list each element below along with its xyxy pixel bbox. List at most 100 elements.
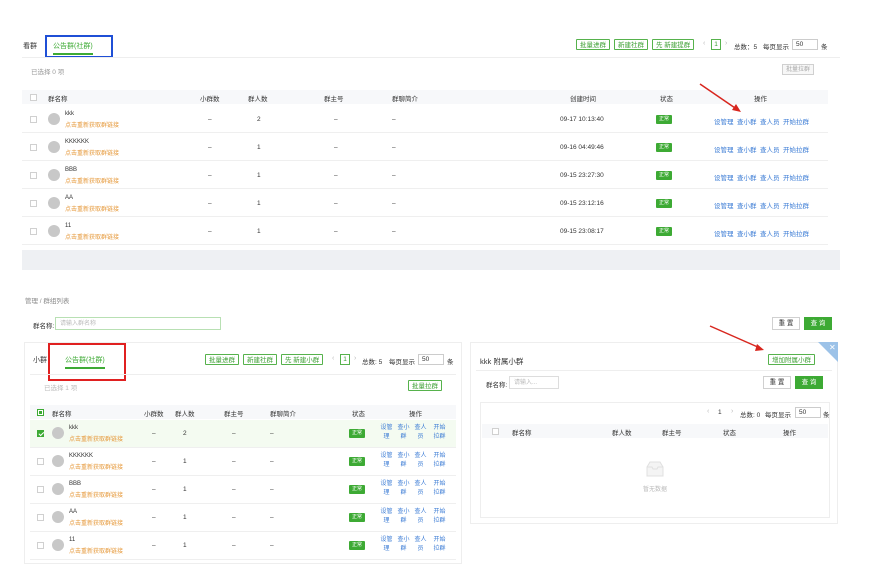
empty-text: 暂无数据 <box>643 487 668 493</box>
bottom-pager-size-select[interactable]: 50 <box>418 354 444 365</box>
row-checkbox[interactable] <box>30 116 37 123</box>
refresh-link[interactable]: 点击重新获取群链接 <box>69 546 123 555</box>
refresh-link[interactable]: 点击重新获取群链接 <box>69 434 123 443</box>
add-sub-group-button[interactable]: 增加附属小群 <box>768 354 815 365</box>
action-link[interactable]: 开始拉群 <box>433 480 446 498</box>
bottom-batch-add-button[interactable]: 批量进群 <box>205 354 239 365</box>
action-link[interactable]: 查小群 <box>737 144 757 154</box>
action-link[interactable]: 查人员 <box>414 480 427 498</box>
reset-button[interactable]: 重 置 <box>772 317 800 330</box>
action-link[interactable]: 查人员 <box>414 452 427 470</box>
action-link[interactable]: 设管理 <box>380 452 393 470</box>
bottom-create-sub-button[interactable]: 先 新建小群 <box>281 354 324 365</box>
action-link[interactable]: 查人员 <box>760 228 780 238</box>
action-link[interactable]: 开始拉群 <box>783 144 809 154</box>
top-batch-add-button[interactable]: 批量进群 <box>576 39 610 50</box>
side-pager-next[interactable]: › <box>731 408 733 415</box>
action-link[interactable]: 开始拉群 <box>783 172 809 182</box>
top-select-all-checkbox[interactable] <box>30 94 37 101</box>
owner: – <box>334 172 338 179</box>
action-link[interactable]: 开始拉群 <box>783 228 809 238</box>
action-link[interactable]: 查人员 <box>760 172 780 182</box>
top-pager-next[interactable]: › <box>725 40 727 47</box>
refresh-link[interactable]: 点击重新获取群链接 <box>69 490 123 499</box>
side-search-input[interactable]: 请输入... <box>509 376 559 389</box>
action-link[interactable]: 设管理 <box>714 116 734 126</box>
refresh-link[interactable]: 点击重新获取群链接 <box>65 232 119 241</box>
action-link[interactable]: 查小群 <box>397 424 410 442</box>
action-link[interactable]: 查小群 <box>737 200 757 210</box>
refresh-link[interactable]: 点击重新获取群链接 <box>69 518 123 527</box>
action-link[interactable]: 查小群 <box>397 452 410 470</box>
action-link[interactable]: 开始拉群 <box>783 116 809 126</box>
side-select-all-checkbox[interactable] <box>492 428 499 435</box>
top-tab-view[interactable]: 看群 <box>23 41 37 51</box>
action-link[interactable]: 查小群 <box>397 508 410 526</box>
action-link[interactable]: 设管理 <box>714 144 734 154</box>
action-link[interactable]: 查小群 <box>737 172 757 182</box>
action-link[interactable]: 设管理 <box>714 228 734 238</box>
action-link[interactable]: 开始拉群 <box>783 200 809 210</box>
action-link[interactable]: 开始拉群 <box>433 508 446 526</box>
action-link[interactable]: 设管理 <box>380 508 393 526</box>
action-link[interactable]: 查小群 <box>737 228 757 238</box>
row-checkbox[interactable] <box>37 458 44 465</box>
side-query-button[interactable]: 查 询 <box>795 376 823 389</box>
bottom-pager-prev[interactable]: ‹ <box>332 355 334 362</box>
action-link[interactable]: 查人员 <box>760 144 780 154</box>
close-icon[interactable]: ✕ <box>829 343 836 352</box>
row-checkbox[interactable] <box>37 486 44 493</box>
action-link[interactable]: 查小群 <box>397 480 410 498</box>
breadcrumb: 管理 / 群组列表 <box>25 298 70 305</box>
action-link[interactable]: 设管理 <box>380 480 393 498</box>
bottom-create-group-button[interactable]: 新建社群 <box>243 354 277 365</box>
refresh-link[interactable]: 点击重新获取群链接 <box>65 120 119 129</box>
action-link[interactable]: 开始拉群 <box>433 536 446 554</box>
refresh-link[interactable]: 点击重新获取群链接 <box>65 148 119 157</box>
side-pager-page[interactable]: 1 <box>718 409 722 416</box>
bottom-tab-small[interactable]: 小群 <box>33 355 47 365</box>
row-checkbox[interactable] <box>37 430 44 437</box>
top-pager-prev[interactable]: ‹ <box>703 40 705 47</box>
side-reset-button[interactable]: 重 置 <box>763 376 791 389</box>
bottom-pager-next[interactable]: › <box>354 355 356 362</box>
action-link[interactable]: 设管理 <box>714 200 734 210</box>
action-link[interactable]: 设管理 <box>380 536 393 554</box>
top-pager-size-select[interactable]: 50 <box>792 39 818 50</box>
top-pager-page[interactable]: 1 <box>711 39 721 50</box>
top-create-sub-button[interactable]: 先 新建提群 <box>652 39 695 50</box>
action-link[interactable]: 查人员 <box>414 424 427 442</box>
top-create-group-button[interactable]: 新建社群 <box>614 39 648 50</box>
side-pager-size-select[interactable]: 50 <box>795 407 821 418</box>
bottom-th-members: 群人数 <box>175 411 195 418</box>
refresh-link[interactable]: 点击重新获取群链接 <box>69 462 123 471</box>
row-checkbox[interactable] <box>30 144 37 151</box>
action-link[interactable]: 设管理 <box>714 172 734 182</box>
top-batch-pull-button[interactable]: 批量拉群 <box>782 64 815 75</box>
bottom-select-all-checkbox[interactable] <box>37 409 44 416</box>
bottom-batch-pull-button[interactable]: 批量拉群 <box>408 380 442 391</box>
action-link[interactable]: 开始拉群 <box>433 424 446 442</box>
bottom-pager-page[interactable]: 1 <box>340 354 350 365</box>
refresh-link[interactable]: 点击重新获取群链接 <box>65 204 119 213</box>
top-th-sub: 小群数 <box>200 96 220 103</box>
action-link-line: 员 <box>417 462 424 468</box>
row-checkbox[interactable] <box>37 542 44 549</box>
action-link[interactable]: 查人员 <box>760 200 780 210</box>
refresh-link[interactable]: 点击重新获取群链接 <box>65 176 119 185</box>
action-link[interactable]: 设管理 <box>380 424 393 442</box>
row-checkbox[interactable] <box>37 514 44 521</box>
action-link[interactable]: 查小群 <box>397 536 410 554</box>
row-checkbox[interactable] <box>30 200 37 207</box>
search-input[interactable]: 请输入群名称 <box>55 317 221 330</box>
query-button[interactable]: 查 询 <box>804 317 832 330</box>
action-link[interactable]: 查人员 <box>414 508 427 526</box>
row-checkbox[interactable] <box>30 172 37 179</box>
side-pager-prev[interactable]: ‹ <box>707 408 709 415</box>
row-checkbox[interactable] <box>30 228 37 235</box>
action-link[interactable]: 查小群 <box>737 116 757 126</box>
action-link-line: 群 <box>400 434 407 440</box>
action-link[interactable]: 查人员 <box>760 116 780 126</box>
action-link[interactable]: 查人员 <box>414 536 427 554</box>
action-link[interactable]: 开始拉群 <box>433 452 446 470</box>
